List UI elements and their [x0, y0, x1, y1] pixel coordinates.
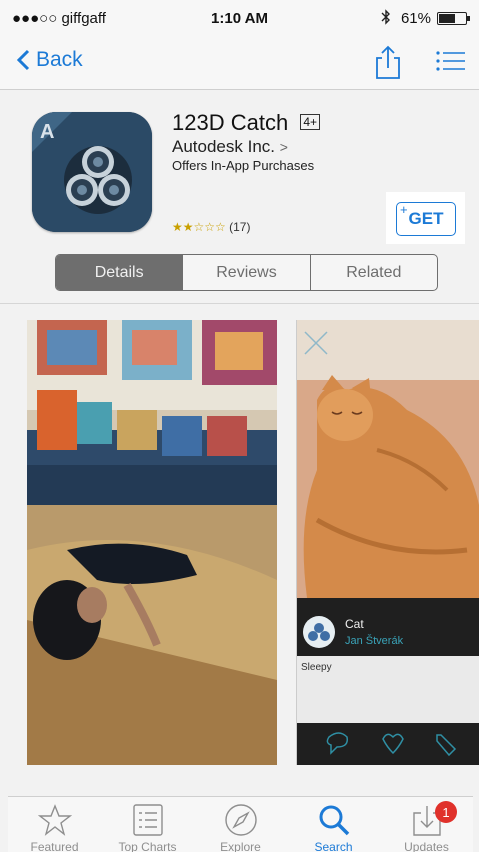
app-title: 123D Catch 4+ — [172, 110, 320, 136]
avatar — [303, 616, 335, 648]
age-rating-badge: 4+ — [300, 114, 320, 130]
developer-link[interactable]: Autodesk Inc. > — [172, 137, 288, 157]
bluetooth-icon — [381, 9, 391, 29]
tab-search[interactable]: Search — [287, 797, 380, 852]
tab-bar: Featured Top Charts Explore Search 1 Upd… — [8, 796, 473, 852]
list-icon — [101, 803, 194, 837]
nav-bar: Back — [0, 36, 479, 90]
get-button[interactable]: + GET — [396, 202, 456, 236]
list-icon[interactable] — [436, 50, 466, 77]
screenshot-caption: Cat Jan Štverák — [297, 598, 479, 656]
star-icon — [8, 803, 101, 837]
download-icon — [380, 803, 473, 837]
rating-stars: ★★☆☆☆ — [172, 220, 226, 234]
share-icon[interactable] — [374, 44, 402, 85]
tab-featured[interactable]: Featured — [8, 797, 101, 852]
chevron-left-icon — [16, 49, 30, 71]
tab-label: Explore — [220, 840, 261, 852]
capture-title: Cat — [345, 617, 364, 631]
app-name: 123D Catch — [172, 110, 289, 135]
back-label: Back — [36, 48, 83, 71]
battery-icon — [437, 12, 470, 25]
back-button[interactable]: Back — [16, 48, 83, 72]
rating: ★★☆☆☆ (17) — [172, 220, 250, 234]
plus-icon: + — [400, 202, 408, 217]
app-icon: A — [32, 112, 152, 232]
tab-related[interactable]: Related — [309, 255, 437, 290]
updates-badge: 1 — [435, 801, 457, 823]
tab-reviews[interactable]: Reviews — [182, 255, 309, 290]
get-label: GET — [408, 209, 444, 228]
tab-top-charts[interactable]: Top Charts — [101, 797, 194, 852]
divider — [0, 303, 479, 304]
app-screenshot-1[interactable] — [27, 320, 277, 765]
tab-label: Updates — [404, 840, 449, 852]
capture-description: Sleepy — [301, 662, 332, 673]
tab-label: Top Charts — [118, 840, 177, 852]
tab-details[interactable]: Details — [56, 255, 183, 290]
tab-label: Featured — [30, 840, 79, 852]
compass-icon — [194, 803, 287, 837]
chevron-right-icon: > — [279, 139, 288, 155]
app-screenshot-2[interactable]: Cat Jan Štverák Sleepy — [296, 320, 479, 765]
tab-explore[interactable]: Explore — [194, 797, 287, 852]
tab-label: Search — [314, 840, 353, 852]
in-app-purchase-note: Offers In-App Purchases — [172, 158, 315, 173]
search-icon — [287, 803, 380, 837]
battery-percent: 61% — [400, 10, 431, 27]
rating-count: (17) — [229, 220, 251, 234]
get-highlight: + GET — [386, 192, 465, 244]
screenshot-action-bar — [297, 723, 479, 765]
svg-text:A: A — [40, 121, 54, 143]
status-bar: ●●●○○ giffgaff 1:10 AM 61% — [0, 0, 479, 36]
developer-name: Autodesk Inc. — [172, 137, 276, 156]
capture-author: Jan Štverák — [345, 635, 404, 647]
tab-updates[interactable]: 1 Updates — [380, 797, 473, 852]
segmented-control: Details Reviews Related — [55, 254, 438, 291]
